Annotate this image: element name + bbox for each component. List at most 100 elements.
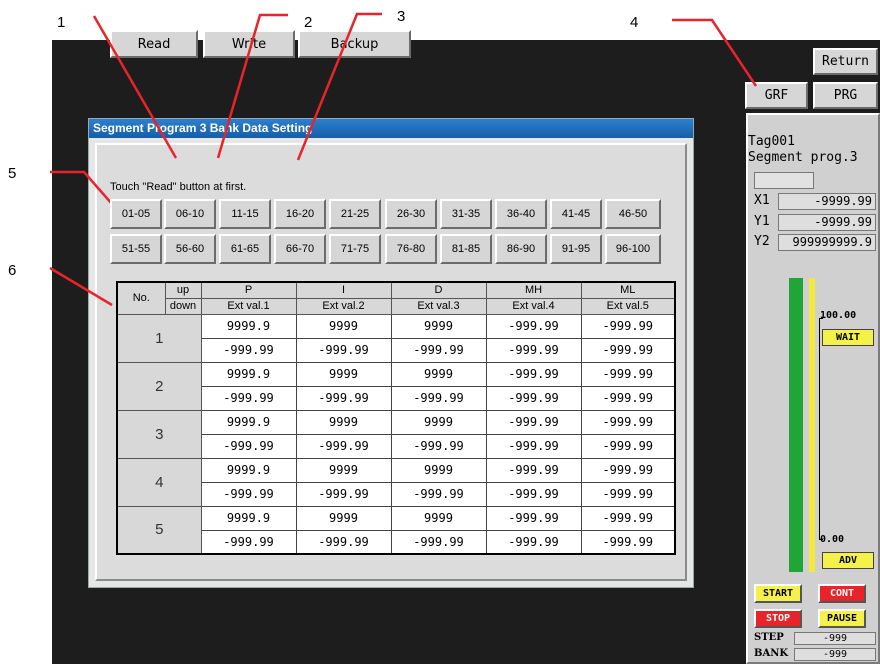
value-cell[interactable]: -999.99 <box>485 481 582 507</box>
y1-label: Y1 <box>754 214 770 229</box>
value-cell[interactable]: -999.99 <box>390 385 487 411</box>
value-cell[interactable]: -999.99 <box>580 433 676 459</box>
value-cell[interactable]: -999.99 <box>485 457 582 483</box>
value-cell[interactable]: 9999 <box>295 361 392 387</box>
program-name: Segment prog.3 <box>748 150 858 165</box>
y1-value: -9999.99 <box>778 214 876 231</box>
value-cell[interactable]: -999.99 <box>390 529 487 555</box>
x1-value: -9999.99 <box>778 193 876 210</box>
green-level-bar <box>789 278 803 572</box>
table-row: 2 9999.9 9999 9999 -999.99 -999.99 <box>116 361 676 411</box>
range-button-61-65[interactable]: 61-65 <box>219 234 271 264</box>
row-number: 2 <box>116 361 202 411</box>
value-cell[interactable]: -999.99 <box>390 433 487 459</box>
value-cell[interactable]: -999.99 <box>485 529 582 555</box>
table-row: 4 9999.9 9999 9999 -999.99 -999.99 <box>116 457 676 507</box>
value-cell[interactable]: -999.99 <box>485 385 582 411</box>
value-cell[interactable]: -999.99 <box>200 385 297 411</box>
value-cell[interactable]: -999.99 <box>580 481 676 507</box>
range-button-76-80[interactable]: 76-80 <box>385 234 437 264</box>
start-button[interactable]: START <box>754 584 802 603</box>
value-cell[interactable]: 9999.9 <box>200 361 297 387</box>
value-cell[interactable]: 9999.9 <box>200 457 297 483</box>
value-cell[interactable]: 9999 <box>295 505 392 531</box>
range-button-86-90[interactable]: 86-90 <box>495 234 547 264</box>
value-cell[interactable]: -999.99 <box>295 433 392 459</box>
range-button-21-25[interactable]: 21-25 <box>329 199 381 229</box>
range-button-96-100[interactable]: 96-100 <box>605 234 661 264</box>
range-button-31-35[interactable]: 31-35 <box>440 199 492 229</box>
range-button-56-60[interactable]: 56-60 <box>164 234 216 264</box>
prg-button[interactable]: PRG <box>813 82 878 109</box>
value-cell[interactable]: 9999 <box>390 313 487 339</box>
value-cell[interactable]: 9999 <box>295 313 392 339</box>
value-cell[interactable]: -999.99 <box>200 337 297 363</box>
value-cell[interactable]: -999.99 <box>390 481 487 507</box>
range-button-71-75[interactable]: 71-75 <box>329 234 381 264</box>
range-button-06-10[interactable]: 06-10 <box>164 199 216 229</box>
col-d-sub: Ext val.3 <box>390 297 487 315</box>
tag-name: Tag001 <box>748 134 795 149</box>
col-p-sub: Ext val.1 <box>200 297 297 315</box>
write-button[interactable]: Write <box>203 30 295 58</box>
range-button-26-30[interactable]: 26-30 <box>385 199 437 229</box>
value-cell[interactable]: 9999 <box>390 361 487 387</box>
value-cell[interactable]: -999.99 <box>295 529 392 555</box>
value-cell[interactable]: 9999 <box>295 409 392 435</box>
value-cell[interactable]: -999.99 <box>485 313 582 339</box>
down-header: down <box>164 297 202 315</box>
grf-button[interactable]: GRF <box>745 82 808 109</box>
bank-label: BANK <box>754 648 789 659</box>
value-cell[interactable]: -999.99 <box>295 385 392 411</box>
range-button-51-55[interactable]: 51-55 <box>110 234 162 264</box>
callout-4: 4 <box>630 14 639 31</box>
value-cell[interactable]: -999.99 <box>200 481 297 507</box>
value-cell[interactable]: -999.99 <box>580 385 676 411</box>
range-button-11-15[interactable]: 11-15 <box>219 199 271 229</box>
value-cell[interactable]: -999.99 <box>580 313 676 339</box>
range-button-66-70[interactable]: 66-70 <box>274 234 326 264</box>
range-button-36-40[interactable]: 36-40 <box>495 199 547 229</box>
y2-label: Y2 <box>754 234 770 249</box>
range-button-16-20[interactable]: 16-20 <box>274 199 326 229</box>
row-number: 1 <box>116 313 202 363</box>
value-cell[interactable]: 9999 <box>390 409 487 435</box>
col-d-header: D <box>390 281 487 299</box>
callout-6: 6 <box>8 262 17 279</box>
range-button-41-45[interactable]: 41-45 <box>550 199 602 229</box>
range-button-81-85[interactable]: 81-85 <box>440 234 492 264</box>
value-cell[interactable]: -999.99 <box>295 337 392 363</box>
value-cell[interactable]: -999.99 <box>580 409 676 435</box>
value-cell[interactable]: -999.99 <box>580 457 676 483</box>
read-button[interactable]: Read <box>110 30 198 58</box>
value-cell[interactable]: -999.99 <box>580 337 676 363</box>
range-button-46-50[interactable]: 46-50 <box>605 199 661 229</box>
value-cell[interactable]: 9999 <box>390 505 487 531</box>
cont-button[interactable]: CONT <box>818 584 866 603</box>
value-cell[interactable]: -999.99 <box>200 529 297 555</box>
value-cell[interactable]: 9999 <box>390 457 487 483</box>
value-cell[interactable]: -999.99 <box>580 505 676 531</box>
value-cell[interactable]: -999.99 <box>580 529 676 555</box>
stop-button[interactable]: STOP <box>754 609 802 628</box>
range-button-91-95[interactable]: 91-95 <box>550 234 602 264</box>
backup-button[interactable]: Backup <box>298 30 411 58</box>
value-cell[interactable]: -999.99 <box>485 409 582 435</box>
value-cell[interactable]: 9999.9 <box>200 505 297 531</box>
value-cell[interactable]: 9999.9 <box>200 313 297 339</box>
col-p-header: P <box>200 281 297 299</box>
value-cell[interactable]: 9999.9 <box>200 409 297 435</box>
value-cell[interactable]: -999.99 <box>580 361 676 387</box>
row-number: 3 <box>116 409 202 459</box>
pause-button[interactable]: PAUSE <box>818 609 866 628</box>
range-button-01-05[interactable]: 01-05 <box>110 199 162 229</box>
value-cell[interactable]: -999.99 <box>485 433 582 459</box>
return-button[interactable]: Return <box>813 48 878 75</box>
value-cell[interactable]: 9999 <box>295 457 392 483</box>
value-cell[interactable]: -999.99 <box>485 505 582 531</box>
value-cell[interactable]: -999.99 <box>295 481 392 507</box>
value-cell[interactable]: -999.99 <box>485 337 582 363</box>
value-cell[interactable]: -999.99 <box>485 361 582 387</box>
value-cell[interactable]: -999.99 <box>200 433 297 459</box>
value-cell[interactable]: -999.99 <box>390 337 487 363</box>
